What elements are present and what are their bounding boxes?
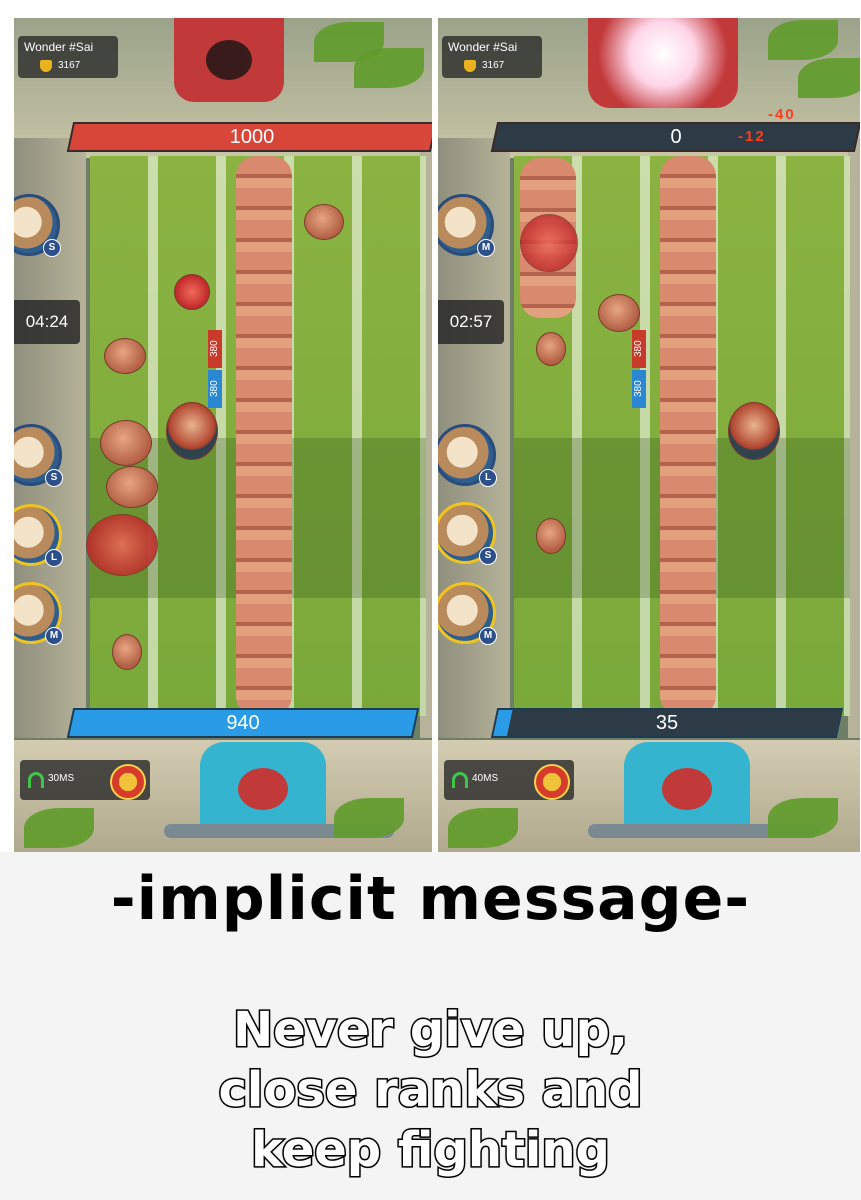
player-hero-unit bbox=[728, 402, 780, 460]
caption-body: Never give up, close ranks and keep figh… bbox=[0, 1000, 861, 1180]
unit-size-badge: M bbox=[477, 239, 495, 257]
leaf-decoration bbox=[798, 58, 860, 98]
enemy-hp-value: 0 bbox=[670, 126, 682, 148]
opponent-name: Wonder #Sai bbox=[24, 40, 94, 54]
opponent-trophies: 3167 bbox=[482, 60, 505, 71]
enemy-pig-unit bbox=[536, 518, 566, 554]
leaf-decoration bbox=[768, 798, 838, 838]
network-status: 30MS bbox=[20, 760, 150, 800]
opponent-info: Wonder #Sai 3167 bbox=[18, 36, 118, 78]
enemy-unit-hit bbox=[86, 514, 158, 576]
unit-card[interactable]: M bbox=[438, 194, 495, 257]
player-hp-value: 35 bbox=[655, 712, 679, 734]
enemy-banner bbox=[174, 18, 284, 102]
enemy-pig-unit bbox=[304, 204, 344, 240]
caption-line: keep fighting bbox=[250, 1121, 612, 1180]
enemy-emblem-icon bbox=[206, 40, 252, 80]
trophy-icon bbox=[464, 60, 476, 72]
emote-icon[interactable] bbox=[110, 764, 146, 800]
unit-size-badge: M bbox=[479, 627, 497, 645]
enemy-hp-value: 1000 bbox=[229, 126, 275, 148]
enemy-unit-hit bbox=[174, 274, 210, 310]
enemy-unit-column bbox=[660, 156, 716, 716]
caption-line: close ranks and bbox=[217, 1061, 644, 1120]
screenshot-pair: Wonder #Sai 3167 1000 S 04:24 S L M 380 … bbox=[0, 0, 861, 852]
enemy-level-tag: 380 bbox=[208, 330, 222, 368]
player-hp-value: 940 bbox=[226, 712, 260, 734]
opponent-info: Wonder #Sai 3167 bbox=[442, 36, 542, 78]
enemy-pig-unit bbox=[598, 294, 640, 332]
game-screen-right: Wonder #Sai 3167 0 -40 -12 M 02:57 L S M… bbox=[438, 18, 860, 852]
unit-size-badge: S bbox=[479, 547, 497, 565]
enemy-pig-unit bbox=[104, 338, 146, 374]
leaf-decoration bbox=[354, 48, 424, 88]
enemy-pig-unit bbox=[112, 634, 142, 670]
ping-value: 40MS bbox=[472, 773, 499, 784]
unit-size-badge: S bbox=[43, 239, 61, 257]
leaf-decoration bbox=[448, 808, 518, 848]
caption-line: Never give up, bbox=[231, 1001, 629, 1060]
enemy-pig-unit bbox=[100, 420, 152, 466]
enemy-pig-unit bbox=[536, 332, 566, 366]
leaf-decoration bbox=[334, 798, 404, 838]
enemy-unit-column bbox=[236, 156, 292, 716]
match-timer: 02:57 bbox=[438, 300, 504, 344]
wifi-icon bbox=[452, 772, 468, 788]
emote-icon[interactable] bbox=[534, 764, 570, 800]
unit-size-badge: S bbox=[45, 469, 63, 487]
player-emblem-icon bbox=[238, 768, 288, 810]
unit-card[interactable]: L bbox=[438, 424, 497, 487]
player-emblem-icon bbox=[662, 768, 712, 810]
wifi-icon bbox=[28, 772, 44, 788]
network-status: 40MS bbox=[444, 760, 574, 800]
damage-number: -12 bbox=[738, 128, 766, 145]
trophy-icon bbox=[40, 60, 52, 72]
match-timer: 04:24 bbox=[14, 300, 80, 344]
unit-size-badge: L bbox=[479, 469, 497, 487]
caption-title: -implicit message- bbox=[110, 864, 751, 934]
opponent-name: Wonder #Sai bbox=[448, 40, 518, 54]
unit-size-badge: L bbox=[45, 549, 63, 567]
damage-number: -40 bbox=[768, 106, 796, 123]
player-hero-unit bbox=[166, 402, 218, 460]
enemy-pig-unit bbox=[106, 466, 158, 508]
game-screen-left: Wonder #Sai 3167 1000 S 04:24 S L M 380 … bbox=[14, 18, 432, 852]
leaf-decoration bbox=[24, 808, 94, 848]
enemy-banner-destroyed bbox=[588, 18, 738, 108]
unit-card[interactable]: M bbox=[438, 582, 497, 645]
opponent-trophies: 3167 bbox=[58, 60, 81, 71]
enemy-level-tag: 380 bbox=[632, 330, 646, 368]
enemy-unit-hit bbox=[520, 214, 578, 272]
unit-size-badge: M bbox=[45, 627, 63, 645]
player-level-tag: 380 bbox=[632, 370, 646, 408]
ping-value: 30MS bbox=[48, 773, 75, 784]
player-level-tag: 380 bbox=[208, 370, 222, 408]
leaf-decoration bbox=[768, 20, 838, 60]
unit-card[interactable]: S bbox=[438, 502, 497, 565]
